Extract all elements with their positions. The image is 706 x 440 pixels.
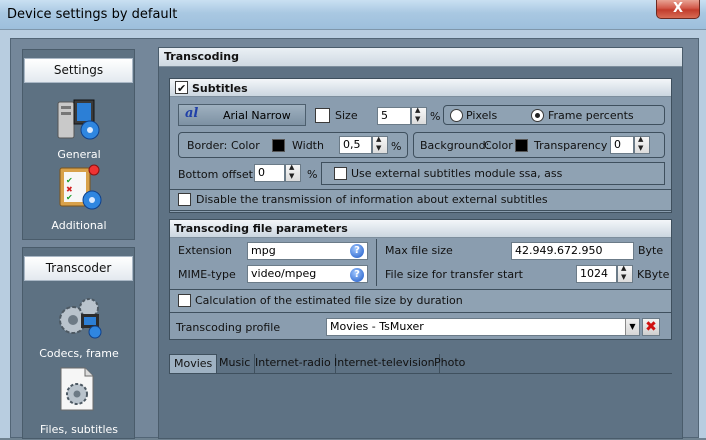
mime-type-help-icon[interactable]: ? [350, 268, 364, 282]
font-select-button[interactable]: al Arial Narrow [178, 104, 306, 126]
disable-transmission-row: Disable the transmission of information … [170, 189, 671, 211]
nav-label-additional: Additional [51, 219, 107, 232]
transcoding-profile-value: Movies - TsMuxer [330, 320, 424, 333]
background-color-label: Color [484, 139, 513, 152]
border-width-unit: % [391, 140, 402, 153]
file-params-divider [376, 239, 377, 286]
subtitles-enable-checkbox[interactable] [175, 80, 188, 97]
transcoding-panel: Transcoding Subtitles al Arial Narrow Si… [158, 47, 683, 439]
max-file-size-input[interactable]: 42.949.672.950 [511, 242, 634, 260]
transfer-start-unit: KByte [637, 268, 670, 281]
external-module-group: Use external subtitles module ssa, ass [321, 162, 665, 185]
transcoding-profile-label: Transcoding profile [176, 321, 281, 334]
nav-label-files-subtitles: Files, subtitles [39, 423, 119, 436]
transparency-label: Transparency [534, 139, 608, 152]
files-gear-icon [60, 367, 94, 411]
size-label: Size [335, 109, 358, 122]
subtitles-section: Subtitles al Arial Narrow Size 5 % Pixel… [169, 78, 672, 213]
close-button[interactable]: X [656, 0, 700, 19]
pixels-radio[interactable] [450, 109, 463, 122]
nav-label-codecs-frame: Codecs, frame [39, 347, 119, 360]
calc-estimated-label[interactable]: Calculation of the estimated file size b… [195, 294, 463, 307]
border-label: Border: [187, 139, 228, 152]
border-width-stepper[interactable] [372, 135, 388, 154]
bottom-offset-input[interactable]: 0 [254, 164, 285, 182]
size-stepper[interactable] [411, 106, 427, 125]
size-unit: % [430, 110, 441, 123]
panel-title: Transcoding [159, 48, 682, 67]
tab-photo[interactable]: Photo [430, 354, 469, 373]
use-external-module-label[interactable]: Use external subtitles module ssa, ass [351, 167, 562, 180]
transfer-start-stepper[interactable] [617, 264, 633, 283]
tab-movies[interactable]: Movies [169, 354, 218, 373]
border-color-label: Color [231, 139, 260, 152]
transparency-input[interactable]: 0 [610, 136, 634, 154]
frame-percents-label[interactable]: Frame percents [548, 109, 634, 122]
additional-settings-icon: ✔ ✖ ✔ [59, 164, 102, 210]
client-area: Settings General ✔ ✖ ✔ Additional Transc… [10, 38, 699, 439]
transfer-start-input[interactable]: 1024 [576, 265, 617, 283]
svg-text:✔: ✔ [66, 176, 73, 185]
calc-estimated-row: Calculation of the estimated file size b… [170, 289, 671, 313]
font-icon: al [185, 106, 199, 121]
size-input[interactable]: 5 [377, 107, 411, 125]
disable-transmission-checkbox[interactable] [178, 193, 191, 206]
media-tabs: Movies Music Internet-radio Internet-tel… [169, 354, 672, 374]
size-checkbox[interactable] [315, 108, 330, 123]
nav-label-general: General [57, 148, 101, 161]
svg-text:✔: ✔ [66, 193, 73, 202]
subtitles-title: Subtitles [192, 82, 248, 95]
frame-percents-radio[interactable] [531, 109, 544, 122]
nav-item-general[interactable]: General [24, 94, 134, 164]
border-group: Border: Color Width 0,5 % [178, 132, 408, 158]
bottom-offset-label: Bottom offset [178, 168, 253, 181]
bottom-offset-stepper[interactable] [285, 163, 301, 182]
use-external-module-checkbox[interactable] [334, 167, 347, 180]
window-body: Settings General ✔ ✖ ✔ Additional Transc… [0, 30, 706, 439]
nav-item-additional[interactable]: ✔ ✖ ✔ Additional [24, 164, 134, 236]
background-label: Background: [420, 139, 490, 152]
title-bar: Device settings by default X [0, 0, 706, 30]
bottom-offset-unit: % [307, 168, 318, 181]
border-width-label: Width [292, 139, 324, 152]
border-width-input[interactable]: 0,5 [339, 136, 372, 154]
background-color-swatch[interactable] [515, 139, 528, 152]
extension-help-icon[interactable]: ? [350, 244, 364, 258]
file-params-title: Transcoding file parameters [174, 222, 348, 235]
tab-internet-radio[interactable]: Internet-radio [251, 354, 336, 373]
nav-item-files-subtitles[interactable]: Files, subtitles [24, 367, 134, 440]
subtitles-header: Subtitles [170, 79, 671, 97]
border-color-swatch[interactable] [272, 139, 285, 152]
nav-item-codecs-frame[interactable]: Codecs, frame [24, 290, 134, 362]
tab-music[interactable]: Music [215, 354, 256, 373]
file-params-header: Transcoding file parameters [170, 220, 671, 238]
nav-group-settings: Settings General ✔ ✖ ✔ Additional [22, 49, 135, 240]
max-file-size-unit: Byte [638, 244, 664, 257]
nav-header-settings[interactable]: Settings [24, 58, 133, 83]
chevron-down-icon[interactable]: ▼ [625, 319, 639, 335]
file-params-section: Transcoding file parameters Extension mp… [169, 219, 672, 340]
calc-estimated-checkbox[interactable] [178, 294, 191, 307]
font-name: Arial Narrow [223, 109, 291, 122]
transcoding-profile-select[interactable]: Movies - TsMuxer ▼ [326, 318, 640, 336]
window-title: Device settings by default [7, 7, 178, 22]
nav-header-transcoder[interactable]: Transcoder [24, 256, 133, 281]
background-group: Background: Color Transparency 0 [413, 132, 665, 158]
delete-profile-button[interactable]: ✖ [642, 318, 660, 336]
tab-internet-television[interactable]: Internet-television [330, 354, 440, 373]
general-settings-icon [57, 99, 100, 140]
mime-type-label: MIME-type [178, 268, 236, 281]
disable-transmission-label[interactable]: Disable the transmission of information … [196, 193, 548, 206]
unit-radio-group: Pixels Frame percents [443, 105, 665, 125]
transparency-stepper[interactable] [634, 135, 650, 154]
nav-group-transcoder: Transcoder Codecs, frame Files, subtitle… [22, 247, 135, 439]
pixels-label[interactable]: Pixels [466, 109, 497, 122]
max-file-size-label: Max file size [385, 244, 453, 257]
codecs-gear-icon [59, 298, 102, 339]
extension-label: Extension [178, 244, 233, 257]
transfer-start-label: File size for transfer start [385, 268, 523, 281]
